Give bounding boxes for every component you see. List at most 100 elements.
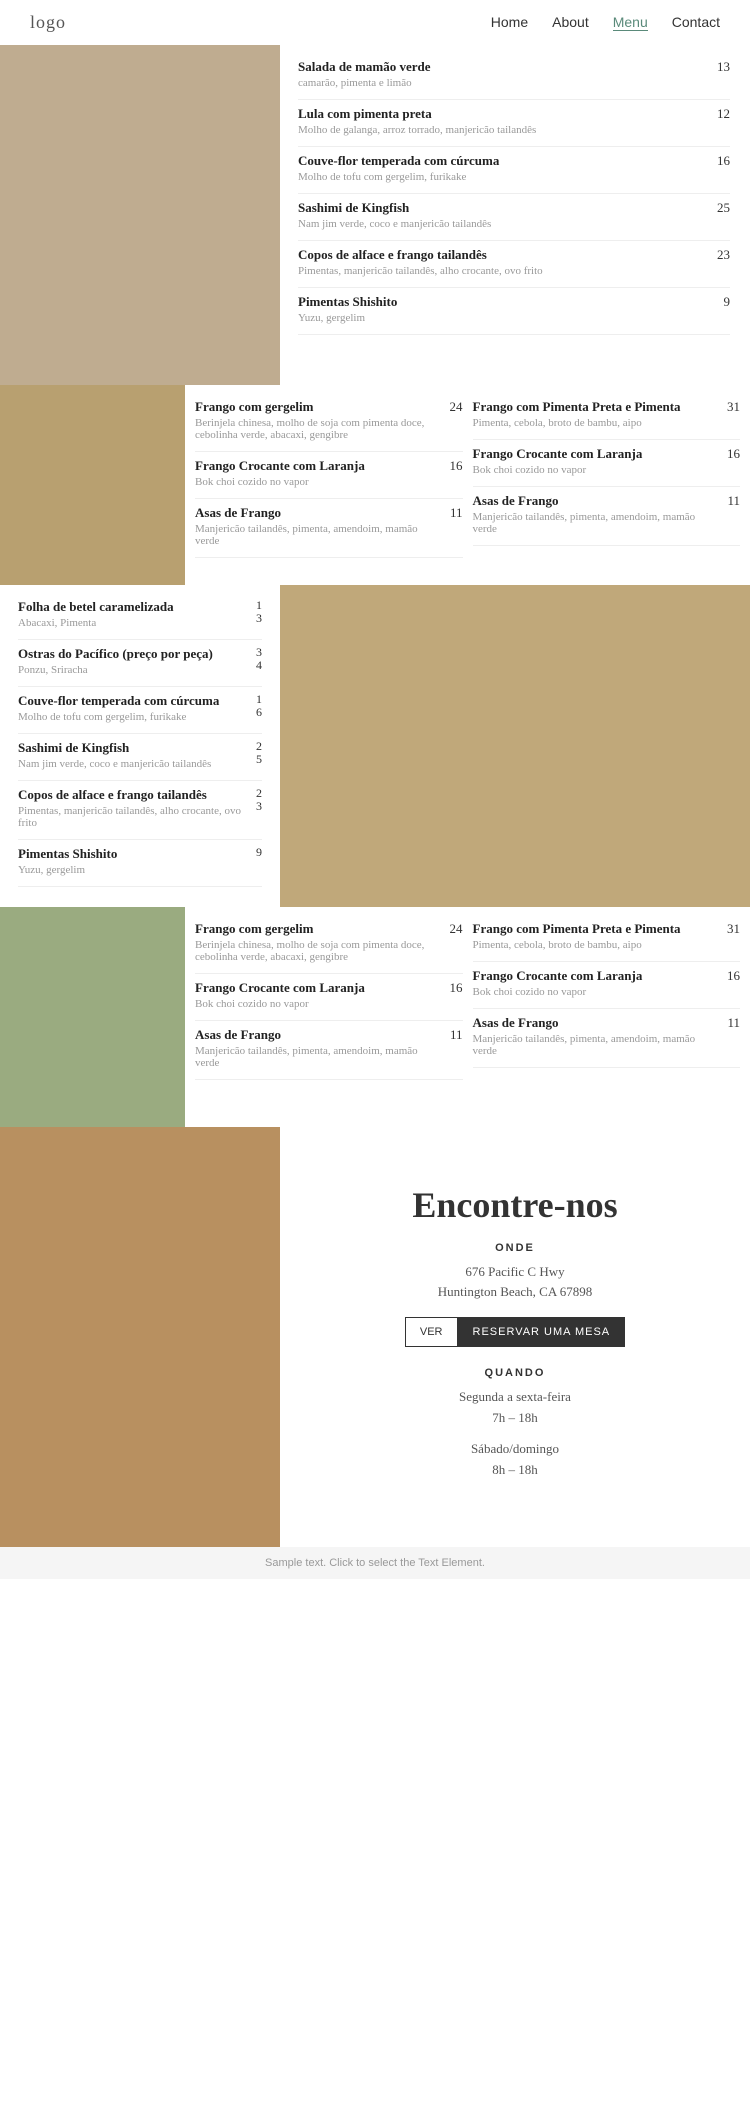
menu-item-info: Pimentas ShishitoYuzu, gergelim [298, 294, 714, 324]
menu-item-info: Asas de FrangoManjericão tailandês, pime… [473, 1015, 718, 1057]
menu-item-price: 31 [727, 399, 740, 415]
button-group: VER RESERVAR UMA MESA [405, 1317, 625, 1347]
food-plate-image [0, 45, 280, 385]
menu-item: Frango Crocante com Laranja Bok choi cozi… [473, 968, 741, 998]
menu-item-info: Frango Crocante com Laranja Bok choi cozi… [195, 458, 440, 488]
find-us-title: Encontre-nos [412, 1184, 617, 1226]
nav-links: Home About Menu Contact [491, 14, 720, 31]
menu-item-name: Copos de alface e frango tailandês [298, 247, 707, 263]
menu-item-price: 11 [450, 505, 463, 521]
menu-item-price: 31 [727, 921, 740, 937]
menu-item-price: 16 [450, 980, 463, 996]
menu-item-info: Asas de Frango Manjericão tailandês, pime… [195, 505, 440, 547]
menu-item: Copos de alface e frango tailandêsPiment… [18, 787, 262, 829]
menu-item-info: Frango Crocante com Laranja Bok choi cozi… [473, 446, 718, 476]
menu-item-desc: Yuzu, gergelim [298, 312, 714, 324]
two-col-menu-4: Frango com gergelim Berinjela chinesa, mo… [185, 907, 750, 1127]
menu-item-desc: Pimentas, manjericão tailandês, alho cro… [298, 265, 707, 277]
menu-item-info: Copos de alface e frango tailandês Piment… [298, 247, 707, 277]
menu-item: Couve-flor temperada com cúrcuma Molho de… [298, 153, 730, 183]
menu-item: Asas de Frango Manjericão tailandês, pime… [195, 505, 463, 547]
nav-menu[interactable]: Menu [613, 14, 648, 31]
menu-item-desc: Bok choi cozido no vapor [195, 998, 440, 1010]
section-3: Folha de betel caramelizadaAbacaxi, Pime… [0, 585, 750, 907]
menu-item-name: Salada de mamão verde [298, 59, 707, 75]
find-us-section: Encontre-nos ONDE 676 Pacific C Hwy Hunt… [0, 1127, 750, 1547]
menu-item-info: Lula com pimenta preta Molho de galanga, … [298, 106, 707, 136]
menu-item-desc: Molho de tofu com gergelim, furikake [298, 171, 707, 183]
find-us-content: Encontre-nos ONDE 676 Pacific C Hwy Hunt… [280, 1127, 750, 1547]
menu-item: Asas de FrangoManjericão tailandês, pime… [195, 1027, 463, 1069]
logo: logo [30, 12, 66, 33]
menu-item-desc: Bok choi cozido no vapor [195, 476, 440, 488]
menu-item-desc: Manjericão tailandês, pimenta, amendoim,… [473, 511, 718, 535]
menu-item-name: Frango Crocante com Laranja [473, 968, 718, 984]
menu-item-price: 24 [450, 399, 463, 415]
menu-item: Frango com gergelim Berinjela chinesa, mo… [195, 921, 463, 963]
menu-item-price: 12 [717, 106, 730, 122]
onde-label: ONDE [495, 1242, 535, 1254]
menu-item-desc: Nam jim verde, coco e manjericão tailand… [298, 218, 707, 230]
menu-item: Frango com Pimenta Preta e PimentaPiment… [473, 921, 741, 951]
menu-item: Sashimi de KingfishNam jim verde, coco e… [18, 740, 262, 770]
nav-about[interactable]: About [552, 14, 589, 31]
address: 676 Pacific C Hwy Huntington Beach, CA 6… [438, 1262, 593, 1304]
menu-item-price: 16 [727, 446, 740, 462]
food-group-image [0, 385, 185, 585]
menu-item: Couve-flor temperada com cúrcumaMolho de… [18, 693, 262, 723]
nav-home[interactable]: Home [491, 14, 528, 31]
menu-item-price: 11 [450, 1027, 463, 1043]
menu-item: Frango com Pimenta Preta e PimentaPiment… [473, 399, 741, 429]
menu-item-desc: Berinjela chinesa, molho de soja com pim… [195, 417, 440, 441]
menu-item: Pimentas ShishitoYuzu, gergelim 9 [298, 294, 730, 324]
menu-item-price: 11 [727, 1015, 740, 1031]
menu-item-name: Lula com pimenta preta [298, 106, 707, 122]
menu-item-desc: Pimenta, cebola, broto de bambu, aipo [473, 939, 718, 951]
menu-item-name: Frango com gergelim [195, 399, 440, 415]
menu-item-desc: Manjericão tailandês, pimenta, amendoim,… [473, 1033, 718, 1057]
menu-item-name: Asas de Frango [473, 493, 718, 509]
menu-item-name: Frango Crocante com Laranja [195, 458, 440, 474]
nav-contact[interactable]: Contact [672, 14, 720, 31]
people-image [0, 1127, 280, 1547]
menu-item-name: Frango Crocante com Laranja [195, 980, 440, 996]
menu-item: Sashimi de Kingfish Nam jim verde, coco e… [298, 200, 730, 230]
menu-item: Copos de alface e frango tailandês Piment… [298, 247, 730, 277]
menu-item: Lula com pimenta preta Molho de galanga, … [298, 106, 730, 136]
menu-item-name: Asas de Frango [195, 505, 440, 521]
quando-label: QUANDO [485, 1367, 546, 1379]
menu-item-info: Frango com Pimenta Preta e PimentaPiment… [473, 399, 718, 429]
ver-button[interactable]: VER [405, 1317, 458, 1347]
left-menu-panel-3: Folha de betel caramelizadaAbacaxi, Pime… [0, 585, 280, 907]
menu-item-name: Sashimi de Kingfish [298, 200, 707, 216]
menu-item-info: Asas de FrangoManjericão tailandês, pime… [195, 1027, 440, 1069]
section-4: Frango com gergelim Berinjela chinesa, mo… [0, 907, 750, 1127]
menu-item-price: 16 [450, 458, 463, 474]
navigation: logo Home About Menu Contact [0, 0, 750, 45]
menu-item-desc: Berinjela chinesa, molho de soja com pim… [195, 939, 440, 963]
menu-item: Frango Crocante com Laranja Bok choi cozi… [195, 980, 463, 1010]
menu-col-2-right: Frango com Pimenta Preta e PimentaPiment… [473, 399, 741, 571]
menu-item-price: 9 [724, 294, 731, 310]
menu-col-2-left: Frango com gergelim Berinjela chinesa, mo… [195, 399, 463, 571]
two-col-menu-2: Frango com gergelim Berinjela chinesa, mo… [185, 385, 750, 585]
menu-item-price: 25 [717, 200, 730, 216]
menu-item-name: Asas de Frango [195, 1027, 440, 1043]
menu-item-desc: Manjericão tailandês, pimenta, amendoim,… [195, 523, 440, 547]
menu-item-desc: Bok choi cozido no vapor [473, 464, 718, 476]
menu-item-desc: Molho de galanga, arroz torrado, manjeri… [298, 124, 707, 136]
menu-item-name: Frango Crocante com Laranja [473, 446, 718, 462]
menu-item-price: 24 [450, 921, 463, 937]
menu-item-info: Frango Crocante com Laranja Bok choi cozi… [195, 980, 440, 1010]
reservar-button[interactable]: RESERVAR UMA MESA [458, 1317, 626, 1347]
menu-item-info: Frango com gergelim Berinjela chinesa, mo… [195, 399, 440, 441]
weekend-info: Sábado/domingo 8h – 18h [471, 1439, 559, 1481]
menu-item-name: Frango com gergelim [195, 921, 440, 937]
menu-item-desc: camarão, pimenta e limão [298, 77, 707, 89]
menu-item-desc: Bok choi cozido no vapor [473, 986, 718, 998]
menu-item-info: Frango Crocante com Laranja Bok choi cozi… [473, 968, 718, 998]
weekdays-info: Segunda a sexta-feira 7h – 18h [459, 1387, 571, 1429]
menu-item-name: Couve-flor temperada com cúrcuma [298, 153, 707, 169]
menu-item-info: Salada de mamão verde camarão, pimenta e … [298, 59, 707, 89]
menu-item: Asas de Frango Manjericão tailandês, pime… [473, 493, 741, 535]
